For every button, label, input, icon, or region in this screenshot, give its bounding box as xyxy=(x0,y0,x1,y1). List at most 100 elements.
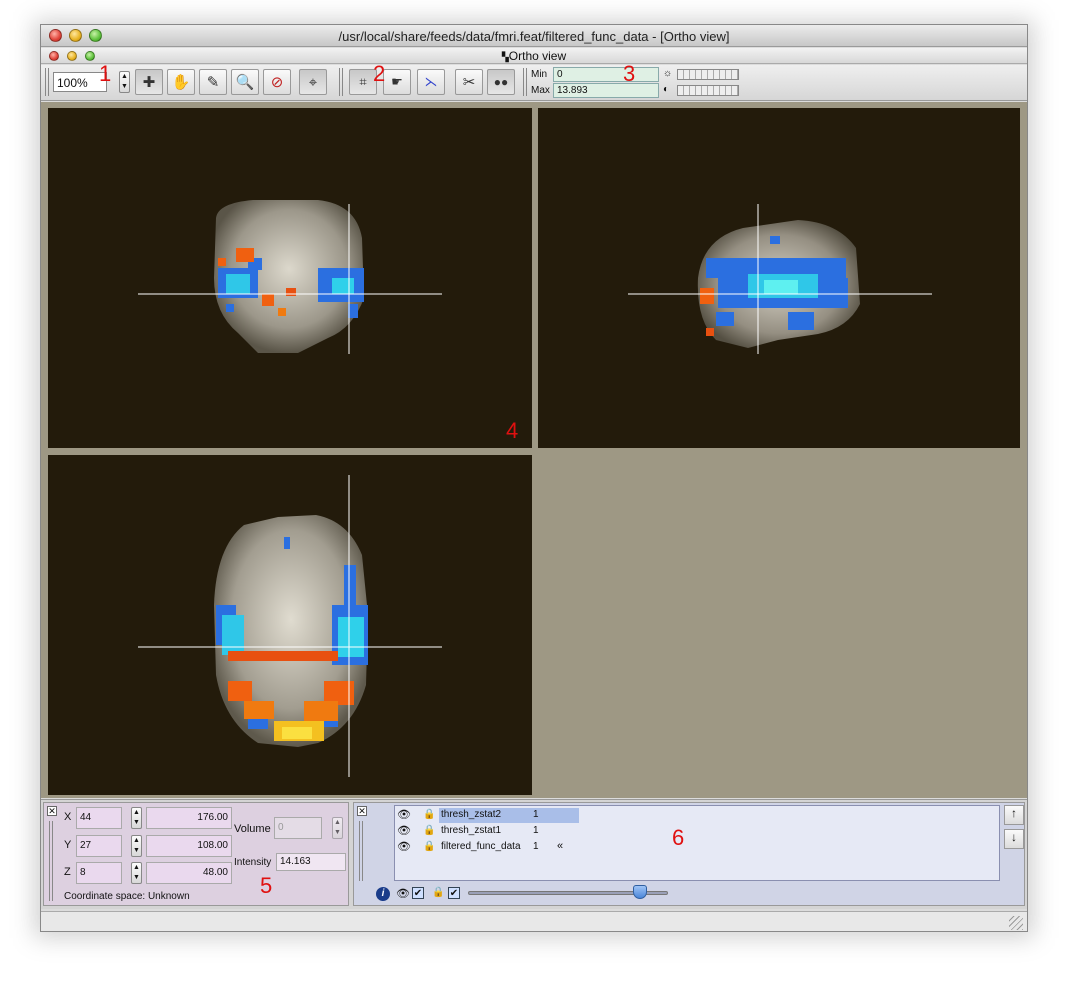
cross-cursor-icon: ✚ xyxy=(142,74,156,91)
volume-stepper[interactable]: ▲ ▼ xyxy=(332,817,343,839)
zoom-stepper[interactable]: ▲ ▼ xyxy=(119,71,130,93)
ortho-canvas-area: 4 xyxy=(41,102,1027,798)
window-titlebar: /usr/local/share/feeds/data/fmri.feat/fi… xyxy=(41,25,1027,47)
brightness-slider[interactable] xyxy=(677,69,739,80)
lock-icon[interactable]: 🔒 xyxy=(423,825,435,836)
annotation-5: 5 xyxy=(260,873,273,898)
eye-icon[interactable]: 👁 xyxy=(397,840,411,853)
min-label: Min xyxy=(531,69,548,80)
move-layer-down-button[interactable]: ↓ xyxy=(1004,829,1024,849)
visible-checkbox[interactable]: ✔ xyxy=(412,887,424,899)
status-bar xyxy=(41,911,1027,931)
toolbar-grip[interactable] xyxy=(45,68,49,96)
layer-name: thresh_zstat1 xyxy=(441,825,502,836)
annotation-3: 3 xyxy=(623,61,636,86)
contrast-icon: ◐ xyxy=(663,84,670,95)
layer-volume: 1 xyxy=(533,809,539,820)
eye-toggle-icon[interactable]: 👁 xyxy=(396,887,410,900)
contrast-slider[interactable] xyxy=(677,85,739,96)
layer-grip[interactable] xyxy=(359,821,363,881)
min-field[interactable]: 0 xyxy=(553,67,659,82)
annotation-6: 6 xyxy=(672,825,685,850)
location-grip[interactable] xyxy=(49,821,53,901)
z-voxel-field[interactable]: 8 xyxy=(76,862,122,884)
double-chevron-left-icon[interactable]: « xyxy=(557,840,563,852)
eye-icon[interactable]: 👁 xyxy=(397,808,411,821)
axes-icon: ⋋ xyxy=(424,74,438,89)
resize-grip-icon[interactable] xyxy=(1009,916,1023,930)
coronal-view[interactable]: 4 xyxy=(48,108,532,448)
lock-checkbox[interactable]: ✔ xyxy=(448,887,460,899)
hand-point-icon: ☛ xyxy=(391,74,403,89)
location-panel: ✕ X 44 ▲ ▼ 176.00 Y 27 ▲ ▼ 108.00 Z 8 ▲ ▼ 4… xyxy=(43,802,349,906)
pencil-icon: ✎ xyxy=(206,74,220,91)
y-mm-field[interactable]: 108.00 xyxy=(146,835,232,857)
layer-row[interactable]: 👁 🔒 thresh_zstat1 1 xyxy=(395,824,995,840)
annotation-1: 1 xyxy=(99,61,112,86)
magnifier-remove-icon: ⊘ xyxy=(270,74,284,91)
point-button[interactable]: ☛ xyxy=(383,69,411,95)
eye-icon[interactable]: 👁 xyxy=(397,824,411,837)
intensity-label: Intensity xyxy=(234,857,272,868)
draw-button[interactable]: ✎ xyxy=(199,69,227,95)
x-label: X xyxy=(64,811,72,823)
max-label: Max xyxy=(531,85,550,96)
move-layer-up-button[interactable]: ↑ xyxy=(1004,805,1024,825)
layer-name: thresh_zstat2 xyxy=(441,809,502,820)
crop-icon: ⌗ xyxy=(359,74,367,89)
arrow-up-icon: ↑ xyxy=(1011,806,1017,820)
info-icon[interactable]: i xyxy=(376,887,390,901)
scissors-button[interactable]: ✂ xyxy=(455,69,483,95)
ortho-panel-bar: ▚Ortho view xyxy=(41,48,1027,64)
axial-view[interactable] xyxy=(48,455,532,795)
y-label: Y xyxy=(64,839,72,851)
binoculars-icon: ●● xyxy=(493,75,509,89)
layer-volume: 1 xyxy=(533,825,539,836)
opacity-slider-thumb[interactable] xyxy=(633,885,647,899)
axes-button[interactable]: ⋋ xyxy=(417,69,445,95)
bottom-panels: ✕ X 44 ▲ ▼ 176.00 Y 27 ▲ ▼ 108.00 Z 8 ▲ ▼ 4… xyxy=(41,799,1027,909)
zoom-in-button[interactable]: 🔍 xyxy=(231,69,259,95)
annotation-4: 4 xyxy=(506,418,518,443)
lock-icon[interactable]: 🔒 xyxy=(423,841,435,852)
panel-icon: ▚ xyxy=(501,52,509,62)
x-stepper[interactable]: ▲ ▼ xyxy=(131,807,142,829)
volume-label: Volume xyxy=(234,823,271,835)
intensity-field: 14.163 xyxy=(276,853,346,871)
layer-panel: ✕ 👁 🔒 thresh_zstat2 1 👁 🔒 thresh_zstat1 … xyxy=(353,802,1025,906)
binoculars-button[interactable]: ●● xyxy=(487,69,515,95)
toolbar-grip-2[interactable] xyxy=(339,68,343,96)
layer-row[interactable]: 👁 🔒 filtered_func_data 1 « xyxy=(395,840,995,856)
y-voxel-field[interactable]: 27 xyxy=(76,835,122,857)
pan-button[interactable]: ✋ xyxy=(167,69,195,95)
lock-toggle-icon[interactable]: 🔒 xyxy=(432,887,444,898)
layer-close-icon[interactable]: ✕ xyxy=(357,806,367,816)
cross-cursor-button[interactable]: ✚ xyxy=(135,69,163,95)
x-mm-field[interactable]: 176.00 xyxy=(146,807,232,829)
zoom-reset-button[interactable]: ⊘ xyxy=(263,69,291,95)
z-label: Z xyxy=(64,866,71,878)
arrow-down-icon: ↓ xyxy=(1011,830,1017,844)
layer-name: filtered_func_data xyxy=(441,841,521,852)
layer-list: 👁 🔒 thresh_zstat2 1 👁 🔒 thresh_zstat1 1 … xyxy=(394,805,1000,881)
lock-icon[interactable]: 🔒 xyxy=(423,809,435,820)
layer-volume: 1 xyxy=(533,841,539,852)
layer-row[interactable]: 👁 🔒 thresh_zstat2 1 xyxy=(395,808,995,824)
x-voxel-field[interactable]: 44 xyxy=(76,807,122,829)
hand-icon: ✋ xyxy=(171,74,191,91)
center-cursor-button[interactable]: ⌖ xyxy=(299,69,327,95)
z-stepper[interactable]: ▲ ▼ xyxy=(131,862,142,884)
toolbar: 100% ▲ ▼ 1 ✚ ✋ ✎ 🔍 ⊘ ⌖ ⌗ ☛ ⋋ 2 ✂ ●● Min 0… xyxy=(41,61,1027,101)
location-close-icon[interactable]: ✕ xyxy=(47,806,57,816)
toolbar-grip-3[interactable] xyxy=(523,68,527,96)
z-mm-field[interactable]: 48.00 xyxy=(146,862,232,884)
sagittal-view[interactable] xyxy=(538,108,1020,448)
volume-field[interactable]: 0 xyxy=(274,817,322,839)
brightness-icon: ☼ xyxy=(663,68,673,79)
target-icon: ⌖ xyxy=(308,73,318,91)
window-title: /usr/local/share/feeds/data/fmri.feat/fi… xyxy=(338,29,730,44)
app-window: /usr/local/share/feeds/data/fmri.feat/fi… xyxy=(40,24,1028,932)
max-field[interactable]: 13.893 xyxy=(553,83,659,98)
y-stepper[interactable]: ▲ ▼ xyxy=(131,835,142,857)
scissors-icon: ✂ xyxy=(462,74,476,91)
